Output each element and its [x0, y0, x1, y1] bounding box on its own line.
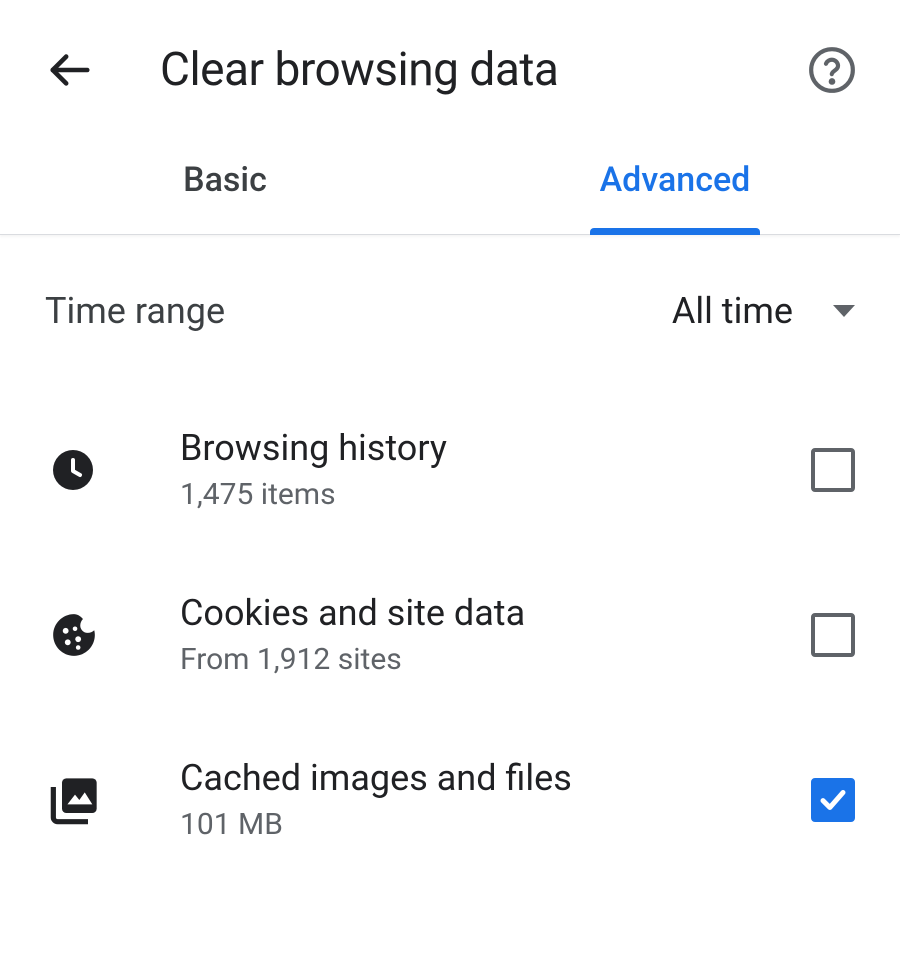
tabs: Basic Advanced: [0, 130, 900, 235]
help-icon: [807, 45, 857, 95]
item-title: Cookies and site data: [180, 592, 795, 634]
list-item-browsing-history[interactable]: Browsing history 1,475 items: [0, 387, 900, 552]
item-subtitle: From 1,912 sites: [180, 642, 795, 677]
list-item-cookies[interactable]: Cookies and site data From 1,912 sites: [0, 552, 900, 717]
check-icon: [818, 785, 848, 815]
item-subtitle: 101 MB: [180, 807, 795, 842]
header: Clear browsing data: [0, 0, 900, 130]
back-button[interactable]: [40, 40, 100, 100]
item-title: Cached images and files: [180, 757, 795, 799]
checkbox-cache[interactable]: [811, 778, 855, 822]
list-item-cache[interactable]: Cached images and files 101 MB: [0, 717, 900, 882]
time-range-value: All time: [672, 290, 793, 332]
image-stack-icon: [49, 774, 101, 826]
time-range-row[interactable]: Time range All time: [0, 235, 900, 377]
tab-basic[interactable]: Basic: [0, 130, 450, 234]
options-list: Browsing history 1,475 items Cookies and…: [0, 377, 900, 882]
time-range-label: Time range: [45, 290, 672, 332]
checkbox-browsing-history[interactable]: [811, 448, 855, 492]
cookie-icon: [49, 610, 99, 660]
item-title: Browsing history: [180, 427, 795, 469]
tab-advanced[interactable]: Advanced: [450, 130, 900, 234]
item-subtitle: 1,475 items: [180, 477, 795, 512]
page-title: Clear browsing data: [160, 43, 804, 97]
arrow-left-icon: [47, 47, 93, 93]
time-range-select[interactable]: All time: [672, 290, 855, 332]
help-button[interactable]: [804, 42, 860, 98]
checkbox-cookies[interactable]: [811, 613, 855, 657]
chevron-down-icon: [833, 305, 855, 317]
clock-icon: [49, 446, 97, 494]
